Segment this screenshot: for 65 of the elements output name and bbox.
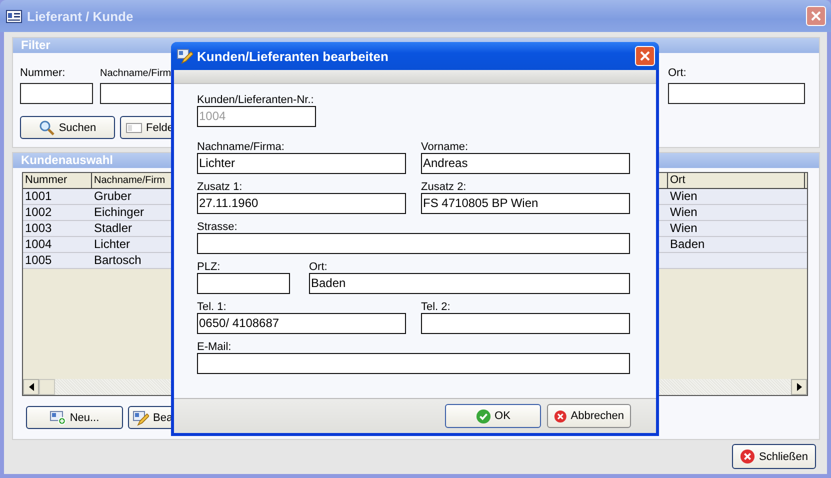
input-field[interactable]: Baden (309, 273, 630, 294)
table-cell-text: Lichter (93, 237, 130, 252)
check-icon (476, 408, 491, 424)
card-plus-icon (50, 410, 66, 425)
table-cell-text: Wien (669, 205, 698, 220)
table-cell-text: 1005 (24, 253, 53, 268)
cancel-icon (554, 408, 567, 424)
field-label: Kunden/Lieferanten-Nr.: (197, 94, 315, 106)
input-field[interactable] (668, 83, 805, 104)
field-icon (126, 122, 142, 132)
filter-button[interactable]: Suchen (20, 116, 115, 139)
field-label: Zusatz 2: (421, 181, 468, 193)
field-label: Nummer: (20, 67, 66, 81)
table-cell-text: 1002 (24, 205, 53, 220)
window-title: Lieferant / Kunde (27, 8, 134, 24)
table-cell-text: Wien (669, 221, 698, 236)
close-icon (640, 51, 650, 61)
close-button[interactable] (635, 46, 655, 66)
field-label: E-Mail: (197, 341, 232, 353)
table-cell-text: Wien (669, 189, 698, 204)
panel-title: Filter (21, 38, 50, 52)
dialog-button[interactable]: Abbrechen (547, 404, 631, 428)
card-pencil-icon (133, 410, 149, 426)
table-cell-text: Bartosch (93, 253, 142, 268)
column-header[interactable]: Ort (668, 173, 805, 188)
field-label: Vorname: (421, 141, 470, 153)
input-field[interactable] (421, 313, 630, 334)
scroll-thumb[interactable] (39, 379, 55, 395)
table-cell-text: Gruber (93, 189, 132, 204)
field-label: Tel. 1: (197, 301, 228, 313)
input-field[interactable] (197, 233, 630, 254)
input-field[interactable] (197, 273, 290, 294)
table-cell-text: 1001 (24, 189, 53, 204)
field-label: Ort: (668, 67, 686, 81)
field-label: Nachname/Firma: (197, 141, 286, 153)
card-pencil-icon (177, 48, 193, 64)
table-cell-text: 1004 (24, 237, 53, 252)
field-label: Strasse: (197, 221, 238, 233)
dialog-button[interactable]: OK (445, 404, 541, 428)
close-button[interactable] (806, 6, 826, 26)
search-icon (38, 120, 55, 136)
close-dialog-button[interactable]: Schließen (732, 444, 816, 469)
input-field[interactable]: FS 4710805 BP Wien (421, 193, 630, 214)
panel-title: Kundenauswahl (21, 153, 114, 167)
input-field[interactable]: 27.11.1960 (197, 193, 406, 214)
card-icon (6, 10, 22, 22)
input-field[interactable] (20, 83, 93, 104)
input-field[interactable]: Lichter (197, 153, 406, 174)
column-header[interactable]: Nummer (23, 173, 92, 188)
field-label: Ort: (309, 261, 328, 273)
input-field[interactable] (197, 353, 630, 374)
customer-button[interactable]: Neu... (26, 406, 123, 429)
close-icon (811, 11, 821, 21)
field-label: PLZ: (197, 261, 222, 273)
field-label: Tel. 2: (421, 301, 452, 313)
field-label: Zusatz 1: (197, 181, 244, 193)
table-cell-text: Eichinger (93, 205, 144, 220)
field-label: Nachname/Firm (100, 67, 172, 81)
cancel-icon (740, 449, 756, 464)
table-cell-text: 1003 (24, 221, 53, 236)
table-cell-text: Stadler (93, 221, 132, 236)
input-field[interactable]: Andreas (421, 153, 630, 174)
dialog-title: Kunden/Lieferanten bearbeiten (197, 48, 390, 64)
table-cell-text: Baden (669, 237, 705, 252)
input-field[interactable]: 0650/ 4108687 (197, 313, 406, 334)
